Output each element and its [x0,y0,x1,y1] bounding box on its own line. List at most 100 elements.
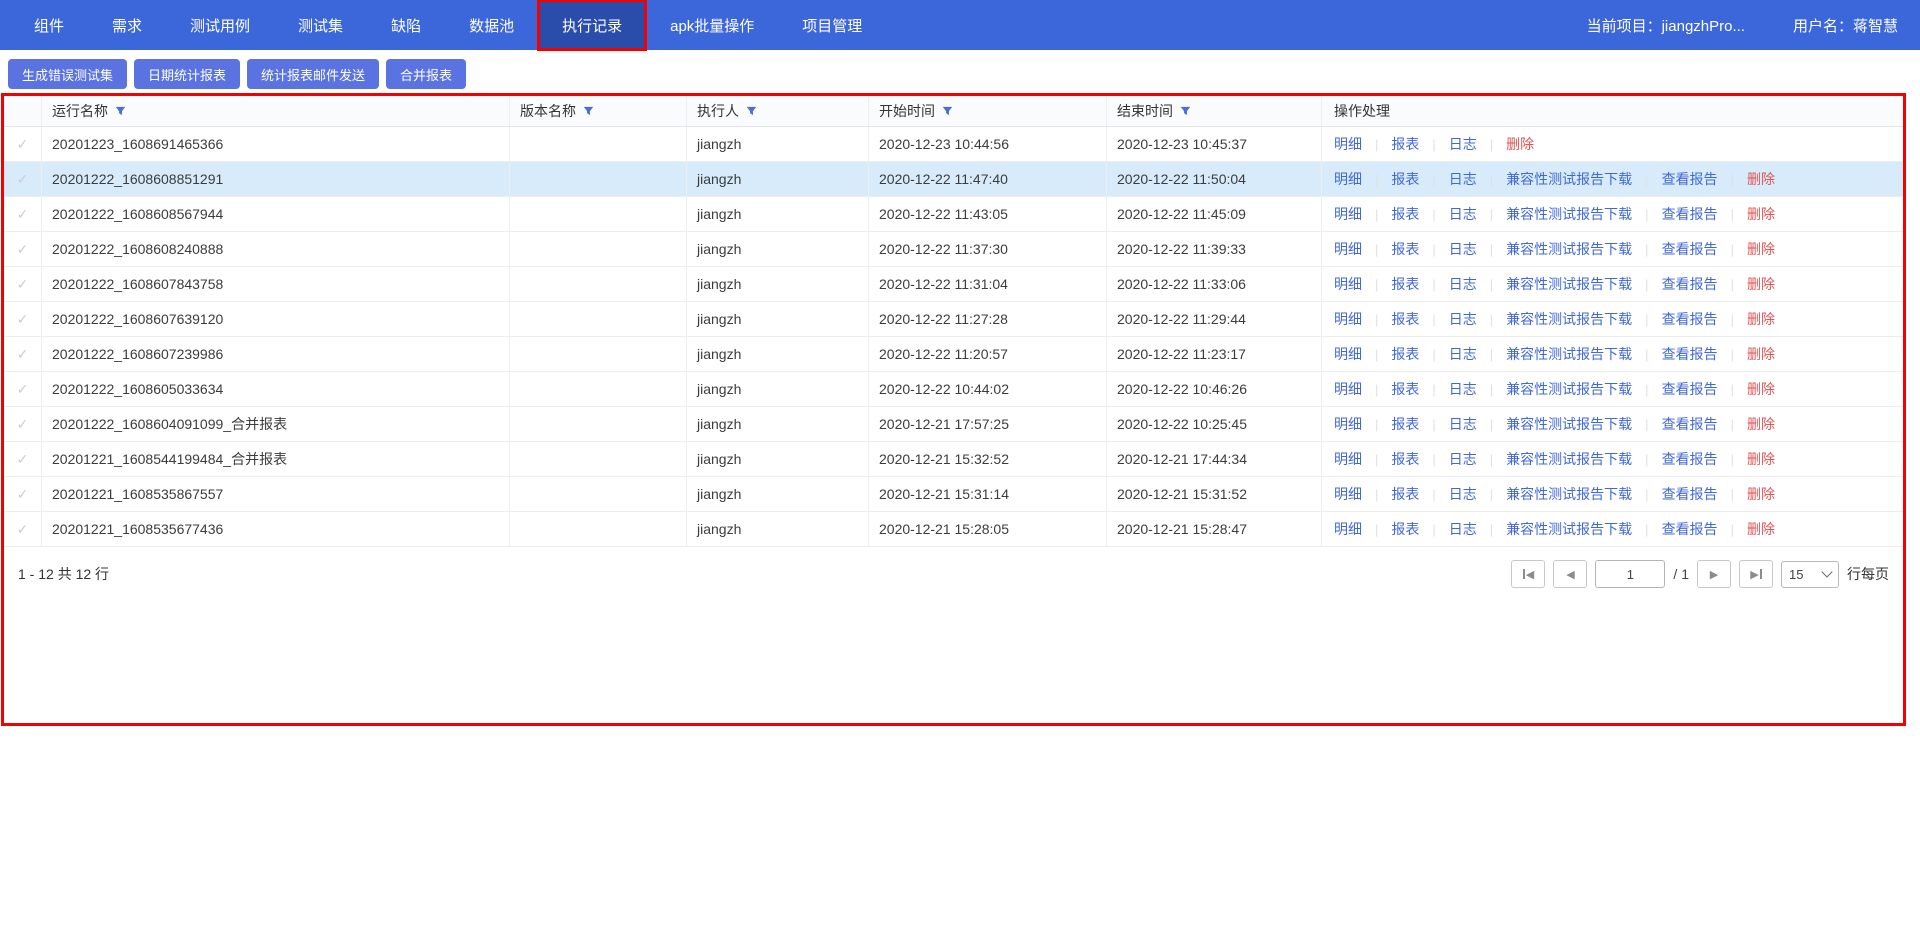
op-delete-link[interactable]: 删除 [1747,449,1775,469]
op-report-link[interactable]: 报表 [1391,274,1419,294]
op-report-link[interactable]: 报表 [1391,239,1419,259]
current-project-label[interactable]: 当前项目：jiangzhPro... [1587,15,1745,36]
op-compat-report-download-link[interactable]: 兼容性测试报告下载 [1506,169,1632,189]
op-view-report-link[interactable]: 查看报告 [1662,484,1718,504]
op-delete-link[interactable]: 删除 [1747,274,1775,294]
op-compat-report-download-link[interactable]: 兼容性测试报告下载 [1506,379,1632,399]
nav-tab-components[interactable]: 组件 [10,0,88,50]
op-compat-report-download-link[interactable]: 兼容性测试报告下载 [1506,484,1632,504]
op-report-link[interactable]: 报表 [1391,519,1419,539]
op-compat-report-download-link[interactable]: 兼容性测试报告下载 [1506,204,1632,224]
row-check-icon[interactable]: ✓ [17,346,29,363]
generate-error-testset-button[interactable]: 生成错误测试集 [8,59,127,89]
op-log-link[interactable]: 日志 [1449,484,1477,504]
date-report-button[interactable]: 日期统计报表 [134,59,240,89]
op-detail-link[interactable]: 明细 [1334,344,1362,364]
table-row[interactable]: ✓20201222_1608607639120jiangzh2020-12-22… [4,302,1903,337]
op-log-link[interactable]: 日志 [1449,134,1477,154]
nav-tab-requirements[interactable]: 需求 [88,0,166,50]
op-delete-link[interactable]: 删除 [1506,134,1534,154]
op-delete-link[interactable]: 删除 [1747,379,1775,399]
op-log-link[interactable]: 日志 [1449,414,1477,434]
op-report-link[interactable]: 报表 [1391,134,1419,154]
op-view-report-link[interactable]: 查看报告 [1662,204,1718,224]
filter-icon[interactable] [746,106,757,117]
table-row[interactable]: ✓20201221_1608544199484_合并报表jiangzh2020-… [4,442,1903,477]
row-check-icon[interactable]: ✓ [17,171,29,188]
op-report-link[interactable]: 报表 [1391,204,1419,224]
merge-report-button[interactable]: 合并报表 [386,59,466,89]
op-log-link[interactable]: 日志 [1449,344,1477,364]
op-detail-link[interactable]: 明细 [1334,449,1362,469]
row-check-icon[interactable]: ✓ [17,486,29,503]
row-check-icon[interactable]: ✓ [17,311,29,328]
op-report-link[interactable]: 报表 [1391,169,1419,189]
op-log-link[interactable]: 日志 [1449,169,1477,189]
op-compat-report-download-link[interactable]: 兼容性测试报告下载 [1506,274,1632,294]
op-delete-link[interactable]: 删除 [1747,484,1775,504]
page-size-select[interactable]: 15 [1781,561,1839,588]
page-number-input[interactable] [1595,560,1665,588]
nav-tab-defects[interactable]: 缺陷 [367,0,445,50]
op-view-report-link[interactable]: 查看报告 [1662,239,1718,259]
table-row[interactable]: ✓20201222_1608607239986jiangzh2020-12-22… [4,337,1903,372]
row-check-icon[interactable]: ✓ [17,416,29,433]
previous-page-button[interactable]: ◀ [1553,560,1587,588]
op-compat-report-download-link[interactable]: 兼容性测试报告下载 [1506,414,1632,434]
op-detail-link[interactable]: 明细 [1334,134,1362,154]
op-log-link[interactable]: 日志 [1449,239,1477,259]
op-delete-link[interactable]: 删除 [1747,414,1775,434]
op-compat-report-download-link[interactable]: 兼容性测试报告下载 [1506,344,1632,364]
first-page-button[interactable]: ◀ [1511,560,1545,588]
op-view-report-link[interactable]: 查看报告 [1662,519,1718,539]
filter-icon[interactable] [1180,106,1191,117]
table-row[interactable]: ✓20201221_1608535677436jiangzh2020-12-21… [4,512,1903,547]
op-delete-link[interactable]: 删除 [1747,204,1775,224]
table-row[interactable]: ✓20201222_1608608567944jiangzh2020-12-22… [4,197,1903,232]
op-view-report-link[interactable]: 查看报告 [1662,274,1718,294]
nav-tab-test-cases[interactable]: 测试用例 [166,0,274,50]
op-delete-link[interactable]: 删除 [1747,239,1775,259]
op-report-link[interactable]: 报表 [1391,309,1419,329]
op-log-link[interactable]: 日志 [1449,449,1477,469]
op-report-link[interactable]: 报表 [1391,449,1419,469]
op-report-link[interactable]: 报表 [1391,414,1419,434]
table-row[interactable]: ✓20201223_1608691465366jiangzh2020-12-23… [4,127,1903,162]
op-detail-link[interactable]: 明细 [1334,484,1362,504]
op-log-link[interactable]: 日志 [1449,519,1477,539]
op-view-report-link[interactable]: 查看报告 [1662,379,1718,399]
row-check-icon[interactable]: ✓ [17,206,29,223]
op-log-link[interactable]: 日志 [1449,309,1477,329]
op-view-report-link[interactable]: 查看报告 [1662,309,1718,329]
nav-tab-execution-records[interactable]: 执行记录 [538,0,646,50]
filter-icon[interactable] [942,106,953,117]
nav-tab-test-sets[interactable]: 测试集 [274,0,367,50]
table-row[interactable]: ✓20201222_1608605033634jiangzh2020-12-22… [4,372,1903,407]
row-check-icon[interactable]: ✓ [17,276,29,293]
op-detail-link[interactable]: 明细 [1334,379,1362,399]
op-delete-link[interactable]: 删除 [1747,169,1775,189]
table-row[interactable]: ✓20201222_1608608851291jiangzh2020-12-22… [4,162,1903,197]
op-detail-link[interactable]: 明细 [1334,274,1362,294]
op-delete-link[interactable]: 删除 [1747,519,1775,539]
op-compat-report-download-link[interactable]: 兼容性测试报告下载 [1506,449,1632,469]
op-report-link[interactable]: 报表 [1391,379,1419,399]
op-report-link[interactable]: 报表 [1391,484,1419,504]
op-report-link[interactable]: 报表 [1391,344,1419,364]
op-detail-link[interactable]: 明细 [1334,309,1362,329]
op-log-link[interactable]: 日志 [1449,274,1477,294]
op-delete-link[interactable]: 删除 [1747,309,1775,329]
nav-tab-apk-batch[interactable]: apk批量操作 [646,0,778,50]
next-page-button[interactable]: ▶ [1697,560,1731,588]
op-compat-report-download-link[interactable]: 兼容性测试报告下载 [1506,239,1632,259]
report-email-button[interactable]: 统计报表邮件发送 [247,59,379,89]
op-view-report-link[interactable]: 查看报告 [1662,169,1718,189]
nav-tab-project-management[interactable]: 项目管理 [778,0,886,50]
op-view-report-link[interactable]: 查看报告 [1662,344,1718,364]
filter-icon[interactable] [115,106,126,117]
row-check-icon[interactable]: ✓ [17,241,29,258]
filter-icon[interactable] [583,106,594,117]
table-row[interactable]: ✓20201222_1608604091099_合并报表jiangzh2020-… [4,407,1903,442]
op-detail-link[interactable]: 明细 [1334,414,1362,434]
row-check-icon[interactable]: ✓ [17,381,29,398]
